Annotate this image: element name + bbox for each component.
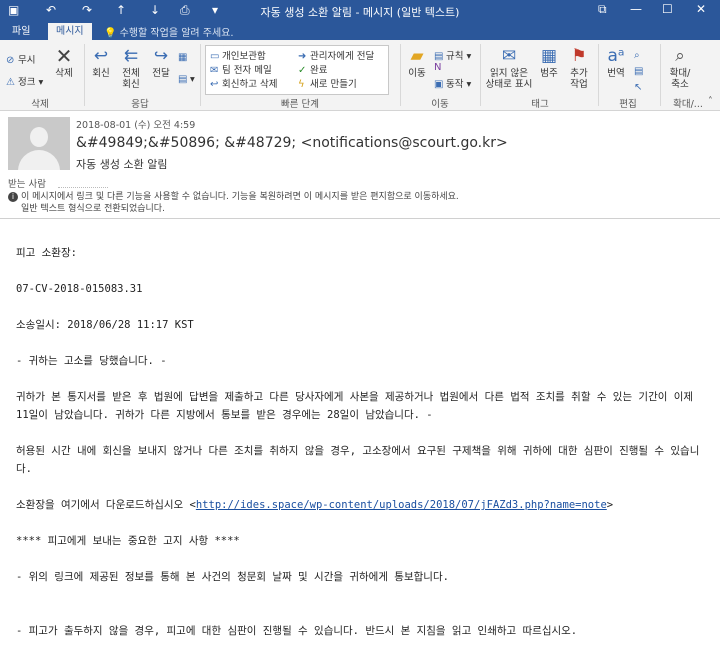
- body-paragraph-link: 소환장을 여기에서 다운로드하십시오 <http://ides.space/wp…: [16, 499, 614, 511]
- junk-button[interactable]: ⚠ 정크 ▾: [6, 74, 43, 88]
- select-button[interactable]: ↖: [634, 82, 646, 93]
- collapse-ribbon-icon[interactable]: ˄: [708, 96, 713, 107]
- group-respond-label: 응답: [131, 99, 149, 110]
- body-paragraph: 피고 소환장:: [16, 247, 77, 259]
- forward-icon: ↪: [153, 46, 169, 66]
- quick-step-item[interactable]: ↩ 회신하고 삭제: [210, 76, 277, 90]
- meeting-icon: ▦: [178, 52, 188, 63]
- translate-button[interactable]: aᵃ 번역: [602, 46, 630, 79]
- quick-step-item[interactable]: ▭ 개인보관함: [210, 48, 266, 62]
- body-paragraph: **** 피고에게 보내는 중요한 고지 사항 ****: [16, 535, 240, 547]
- body-paragraph: - 귀하는 고소를 당했습니다. -: [16, 355, 167, 367]
- rules-button[interactable]: ▤ 규칙 ▾: [434, 48, 471, 62]
- find-button[interactable]: ⌕: [634, 50, 646, 61]
- onenote-button[interactable]: N: [434, 62, 446, 73]
- info-text-1: 이 메시지에서 링크 및 다른 기능을 사용할 수 없습니다. 기능을 복원하려…: [21, 192, 459, 202]
- window-title: 자동 생성 소환 알림 - 메시지 (일반 텍스트): [260, 6, 460, 19]
- info-text-2: 일반 텍스트 형식으로 전환되었습니다.: [21, 204, 165, 214]
- unread-mail-icon: ✉: [501, 46, 517, 66]
- body-paragraph: 07-CV-2018-015083.31: [16, 283, 143, 295]
- delete-button[interactable]: ✕ 삭제: [50, 46, 78, 79]
- quick-step-item[interactable]: ➜ 관리자에게 전달: [298, 48, 374, 62]
- forward-manager-icon: ➜: [298, 51, 307, 62]
- ignore-button[interactable]: ⊘ 무시: [6, 52, 35, 66]
- related-button[interactable]: ▤: [634, 66, 646, 77]
- body-paragraph: - 위의 링크에 제공된 정보를 통해 본 사건의 청문회 날짜 및 시간을 귀…: [16, 571, 449, 583]
- body-paragraph: 소송일시: 2018/06/28 11:17 KST: [16, 319, 194, 331]
- tell-me-text: 수행할 작업을 알려 주세요.: [119, 28, 234, 39]
- onenote-icon: N: [434, 62, 442, 73]
- message-subject: 자동 생성 소환 알림: [76, 158, 168, 171]
- quick-step-item[interactable]: ✉ 팀 전자 메일: [210, 62, 272, 76]
- title-bar: ▣ ↶ ↷ ↑ ↓ ⎙ ▾ 자동 생성 소환 알림 - 메시지 (일반 텍스트)…: [0, 0, 720, 22]
- zoom-magnifier-icon: ⌕: [675, 46, 685, 66]
- reply-icon: ↩: [93, 46, 109, 66]
- sent-date: 2018-08-01 (수) 오전 4:59: [76, 120, 196, 131]
- reply-delete-icon: ↩: [210, 79, 219, 90]
- body-paragraph: - 피고가 출두하지 않을 경우, 피고에 대한 심판이 진행될 수 있습니다.…: [16, 625, 578, 637]
- message-body: 피고 소환장: 07-CV-2018-015083.31 소송일시: 2018/…: [16, 244, 706, 658]
- to-recipients[interactable]: [58, 176, 108, 188]
- related-icon: ▤: [634, 66, 644, 77]
- folder-icon: ▭: [210, 51, 220, 62]
- tab-file[interactable]: 파일: [4, 23, 38, 40]
- check-icon: ✓: [298, 65, 307, 76]
- category-icon: ▦: [540, 46, 558, 66]
- quick-step-item[interactable]: ϟ 새로 만들기: [298, 76, 357, 90]
- categorize-button[interactable]: ▦ 범주: [536, 46, 562, 79]
- find-icon: ⌕: [634, 50, 640, 61]
- header-divider: [0, 218, 720, 219]
- ribbon-tabs: 파일 메시지 💡 수행할 작업을 알려 주세요.: [0, 22, 720, 40]
- to-label: 받는 사람: [8, 179, 46, 190]
- junk-icon: ⚠: [6, 77, 15, 88]
- group-edit-label: 편집: [619, 99, 637, 110]
- move-folder-icon: ▰: [410, 46, 424, 66]
- group-tags-label: 태그: [531, 99, 549, 110]
- sender-avatar: [8, 117, 70, 170]
- group-zoom-label: 확대/...: [673, 99, 703, 110]
- zoom-button[interactable]: ⌕ 확대/ 축소: [664, 46, 696, 90]
- info-icon: i: [8, 192, 18, 202]
- lightning-icon: ϟ: [298, 79, 305, 90]
- minimize-icon[interactable]: —: [630, 2, 642, 16]
- ignore-icon: ⊘: [6, 55, 15, 66]
- delete-x-icon: ✕: [55, 44, 73, 68]
- restore-icon[interactable]: ⧉: [598, 2, 607, 17]
- reply-button[interactable]: ↩ 회신: [88, 46, 114, 79]
- more-icon: ▤: [178, 74, 188, 85]
- rules-icon: ▤: [434, 51, 444, 62]
- tab-message[interactable]: 메시지: [48, 23, 92, 40]
- translate-icon: aᵃ: [607, 46, 625, 66]
- body-paragraph: 귀하가 본 통지서를 받은 후 법원에 답변을 제출하고 다른 당사자에게 사본…: [16, 391, 694, 421]
- meeting-button[interactable]: ▦: [178, 52, 190, 63]
- reply-all-button[interactable]: ⇇ 전체 회신: [116, 46, 146, 90]
- actions-button[interactable]: ▣ 동작 ▾: [434, 76, 471, 90]
- flag-icon: ⚑: [571, 46, 587, 66]
- lightbulb-icon: 💡: [104, 28, 117, 39]
- select-cursor-icon: ↖: [634, 82, 643, 93]
- ribbon: ⊘ 무시 ⚠ 정크 ▾ ✕ 삭제 삭제 ↩ 회신 ⇇ 전체 회신 ↪ 전달 ▦ ▤ ▾ 응답 …: [0, 40, 720, 111]
- mail-icon: ✉: [210, 65, 219, 76]
- forward-button[interactable]: ↪ 전달: [148, 46, 174, 79]
- tell-me-box[interactable]: 💡 수행할 작업을 알려 주세요.: [104, 24, 234, 39]
- sender-address[interactable]: &#49849;&#50896; &#48729; <notifications…: [76, 135, 508, 151]
- quick-step-item[interactable]: ✓ 완료: [298, 62, 327, 76]
- more-respond-button[interactable]: ▤ ▾: [178, 74, 195, 85]
- download-link[interactable]: http://ides.space/wp-content/uploads/201…: [196, 499, 607, 511]
- mark-unread-button[interactable]: ✉ 읽지 않은 상태로 표시: [484, 46, 534, 90]
- maximize-icon[interactable]: ☐: [662, 2, 673, 16]
- actions-icon: ▣: [434, 79, 444, 90]
- info-bar[interactable]: i이 메시지에서 링크 및 다른 기능을 사용할 수 없습니다. 기능을 복원하…: [8, 191, 459, 215]
- move-button[interactable]: ▰ 이동: [404, 46, 430, 79]
- reply-all-icon: ⇇: [123, 46, 139, 66]
- followup-button[interactable]: ⚑ 추가 작업: [564, 46, 594, 90]
- group-move-label: 이동: [431, 99, 449, 110]
- group-delete-label: 삭제: [31, 99, 49, 110]
- body-paragraph: 허용된 시간 내에 회신을 보내지 않거나 다른 조치를 취하지 않을 경우, …: [16, 445, 700, 475]
- close-icon[interactable]: ✕: [696, 2, 706, 16]
- group-quick-steps-label: 빠른 단계: [281, 99, 319, 110]
